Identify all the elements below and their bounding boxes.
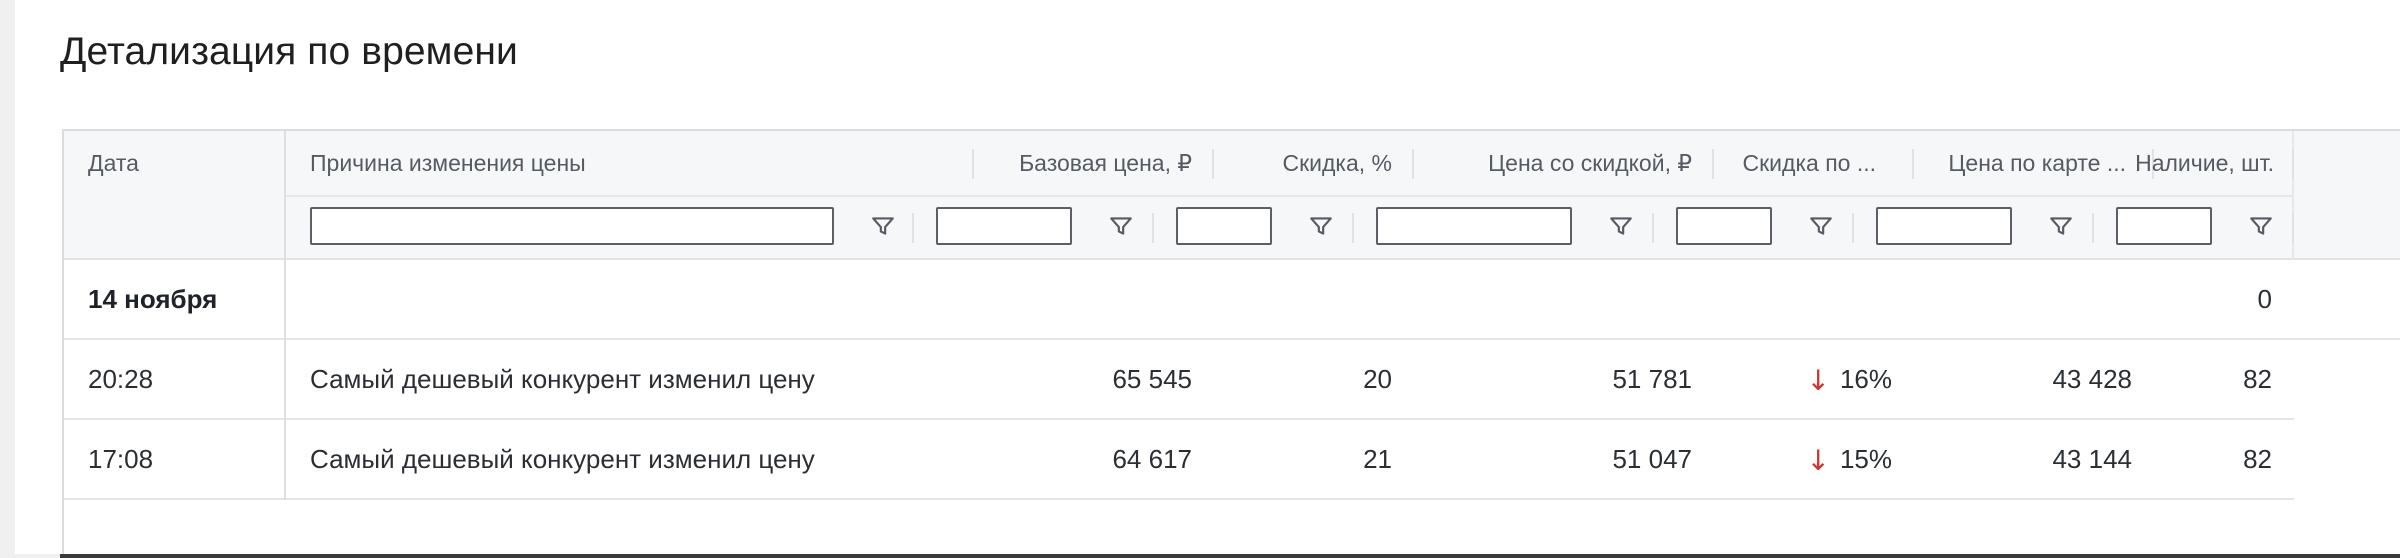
row-reason: Самый дешевый конкурент изменил цену bbox=[310, 363, 815, 394]
column-header-reason[interactable]: Причина изменения цены bbox=[310, 131, 950, 195]
row-base-price: 65 545 bbox=[1112, 363, 1192, 394]
bottom-edge bbox=[0, 554, 2400, 558]
price-history-table: Дата Причина изменения цены Базовая цена… bbox=[62, 129, 2400, 558]
row-base-price: 64 617 bbox=[1112, 443, 1192, 474]
row-reason: Самый дешевый конкурент изменил цену bbox=[310, 443, 815, 474]
row-card-discount: ↓ 16% bbox=[1806, 363, 1892, 397]
column-header-date[interactable]: Дата bbox=[88, 131, 268, 195]
filter-icon[interactable] bbox=[870, 213, 896, 239]
filter-icon[interactable] bbox=[2248, 213, 2274, 239]
column-header-discount[interactable]: Скидка, % bbox=[1222, 131, 1392, 195]
filter-icon[interactable] bbox=[1308, 213, 1334, 239]
filter-input-discount[interactable] bbox=[1176, 207, 1272, 245]
arrow-down-icon: ↓ bbox=[1806, 363, 1830, 397]
filter-input-card-price[interactable] bbox=[1876, 207, 2012, 245]
filter-icon[interactable] bbox=[1608, 213, 1634, 239]
row-discount-price: 51 781 bbox=[1612, 363, 1692, 394]
filter-input-base-price[interactable] bbox=[936, 207, 1072, 245]
filter-icon[interactable] bbox=[1808, 213, 1834, 239]
row-discount: 20 bbox=[1363, 363, 1392, 394]
table-row[interactable]: 20:28 Самый дешевый конкурент изменил це… bbox=[64, 340, 2294, 420]
column-resize-handle[interactable] bbox=[2292, 149, 2294, 179]
column-header-base-price[interactable]: Базовая цена, ₽ bbox=[982, 131, 1192, 195]
filter-icon[interactable] bbox=[2048, 213, 2074, 239]
column-resize-handle[interactable] bbox=[972, 149, 974, 179]
group-stock-total: 0 bbox=[2257, 283, 2272, 314]
row-time: 20:28 bbox=[88, 363, 154, 394]
row-card-discount: ↓ 15% bbox=[1806, 443, 1892, 477]
group-date: 14 ноября bbox=[88, 283, 218, 314]
column-header-stock[interactable]: Наличие, шт. bbox=[2084, 131, 2274, 195]
arrow-down-icon: ↓ bbox=[1806, 443, 1830, 477]
filter-input-reason[interactable] bbox=[310, 207, 834, 245]
pinned-column-divider bbox=[284, 131, 286, 500]
row-stock: 82 bbox=[2243, 443, 2272, 474]
row-stock: 82 bbox=[2243, 363, 2272, 394]
table-group-row[interactable]: 14 ноября 0 bbox=[64, 260, 2400, 340]
table-row[interactable]: 17:08 Самый дешевый конкурент изменил це… bbox=[64, 420, 2294, 500]
row-discount-price: 51 047 bbox=[1612, 443, 1692, 474]
column-header-card-discount[interactable]: Скидка по ... bbox=[1676, 131, 1877, 195]
column-resize-handle[interactable] bbox=[1412, 149, 1414, 179]
filter-input-card-discount[interactable] bbox=[1676, 207, 1772, 245]
filter-icon[interactable] bbox=[1108, 213, 1134, 239]
filter-input-stock[interactable] bbox=[2116, 207, 2212, 245]
column-resize-handle[interactable] bbox=[1212, 149, 1214, 179]
page-title: Детализация по времени bbox=[60, 30, 518, 73]
row-time: 17:08 bbox=[88, 443, 154, 474]
column-header-discount-price[interactable]: Цена со скидкой, ₽ bbox=[1422, 131, 1692, 195]
row-discount: 21 bbox=[1363, 443, 1392, 474]
filter-input-discount-price[interactable] bbox=[1376, 207, 1572, 245]
left-panel-edge bbox=[0, 0, 15, 558]
